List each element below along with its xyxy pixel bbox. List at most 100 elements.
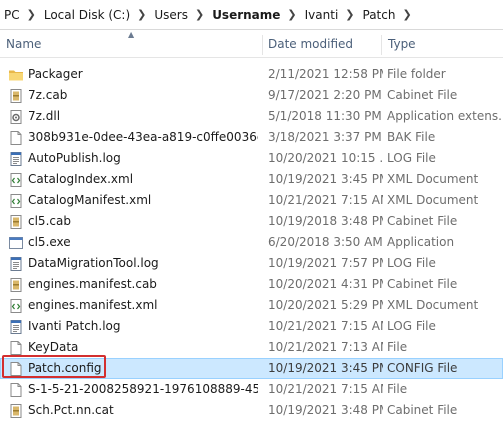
- breadcrumb-local-disk[interactable]: Local Disk (C:): [40, 8, 133, 22]
- xml-file-icon: [8, 193, 24, 209]
- file-type: Application: [387, 235, 455, 249]
- file-row[interactable]: cl5.cab 10/19/2018 3:48 PM Cabinet File: [0, 211, 503, 232]
- cabinet-file-icon: [8, 403, 24, 419]
- log-file-icon: [8, 151, 24, 167]
- generic-file-icon: [8, 382, 24, 398]
- file-row[interactable]: AutoPublish.log 10/20/2021 10:15 ... LOG F…: [0, 148, 503, 169]
- file-date-modified: 2/11/2021 12:58 PM: [268, 67, 383, 81]
- file-name: engines.manifest.xml: [28, 298, 158, 312]
- file-date-modified: 3/18/2021 3:37 PM: [268, 130, 382, 144]
- file-date-modified: 10/20/2021 4:31 PM: [268, 277, 383, 291]
- file-date-modified: 10/19/2021 3:45 PM: [268, 172, 383, 186]
- dll-file-icon: [8, 109, 24, 125]
- breadcrumb-ivanti[interactable]: Ivanti: [301, 8, 342, 22]
- chevron-right-icon[interactable]: ❯: [398, 8, 415, 21]
- generic-file-icon: [8, 130, 24, 146]
- chevron-right-icon[interactable]: ❯: [23, 8, 40, 21]
- column-header-date-modified[interactable]: Date modified: [268, 31, 353, 57]
- file-name: CatalogManifest.xml: [28, 193, 152, 207]
- cabinet-file-icon: [8, 214, 24, 230]
- file-name: Sch.Pct.nn.cat: [28, 403, 114, 417]
- file-type: File folder: [387, 67, 446, 81]
- file-type: LOG File: [387, 319, 436, 333]
- cabinet-file-icon: [8, 277, 24, 293]
- file-date-modified: 6/20/2018 3:50 AM: [268, 235, 383, 249]
- file-row[interactable]: 308b931e-0dee-43ea-a819-c0ffe0036cf2.z..…: [0, 127, 503, 148]
- column-header-type[interactable]: Type: [388, 31, 416, 57]
- log-file-icon: [8, 256, 24, 272]
- highlight-box: [2, 355, 106, 378]
- file-type: Cabinet File: [387, 277, 458, 291]
- file-type: Cabinet File: [387, 214, 458, 228]
- file-type: Cabinet File: [387, 403, 458, 417]
- file-date-modified: 10/20/2021 5:29 PM: [268, 298, 383, 312]
- file-row[interactable]: 7z.cab 9/17/2021 2:20 PM Cabinet File: [0, 85, 503, 106]
- file-name: Ivanti Patch.log: [28, 319, 121, 333]
- file-date-modified: 10/19/2018 3:48 PM: [268, 214, 383, 228]
- column-header-row: Name Date modified Type: [0, 31, 503, 58]
- file-date-modified: 10/21/2021 7:15 AM: [268, 193, 383, 207]
- column-divider[interactable]: [381, 35, 382, 55]
- file-row[interactable]: 7z.dll 5/1/2018 11:30 PM Application exten…: [0, 106, 503, 127]
- file-row[interactable]: S-1-5-21-2008258921-1976108889-458266...…: [0, 379, 503, 400]
- breadcrumb-patch[interactable]: Patch: [359, 8, 399, 22]
- chevron-right-icon[interactable]: ❯: [341, 8, 358, 21]
- file-date-modified: 10/19/2021 3:45 PM: [268, 361, 383, 375]
- file-row[interactable]: DataMigrationTool.log 10/19/2021 7:57 PM L…: [0, 253, 503, 274]
- breadcrumb-users[interactable]: Users: [150, 8, 191, 22]
- file-row[interactable]: Sch.Pct.nn.cat 10/19/2021 3:48 PM Cabinet …: [0, 400, 503, 421]
- file-name: cl5.cab: [28, 214, 71, 228]
- chevron-right-icon[interactable]: ❯: [283, 8, 300, 21]
- file-row[interactable]: Ivanti Patch.log 10/21/2021 7:15 AM LOG Fi…: [0, 316, 503, 337]
- xml-file-icon: [8, 298, 24, 314]
- file-type: LOG File: [387, 256, 436, 270]
- file-name: CatalogIndex.xml: [28, 172, 134, 186]
- file-row[interactable]: engines.manifest.cab 10/20/2021 4:31 PM Ca…: [0, 274, 503, 295]
- chevron-right-icon[interactable]: ❯: [133, 8, 150, 21]
- xml-file-icon: [8, 172, 24, 188]
- file-name: DataMigrationTool.log: [28, 256, 159, 270]
- breadcrumb-pc[interactable]: PC: [0, 8, 23, 22]
- file-date-modified: 10/21/2021 7:15 AM: [268, 382, 383, 396]
- file-row[interactable]: engines.manifest.xml 10/20/2021 5:29 PM XM…: [0, 295, 503, 316]
- file-date-modified: 10/19/2021 3:48 PM: [268, 403, 383, 417]
- file-type: Cabinet File: [387, 88, 458, 102]
- column-header-name[interactable]: Name: [6, 31, 41, 57]
- file-type: LOG File: [387, 151, 436, 165]
- file-name: S-1-5-21-2008258921-1976108889-458266...: [28, 382, 258, 396]
- file-type: BAK File: [387, 130, 436, 144]
- file-name: cl5.exe: [28, 235, 71, 249]
- generic-file-icon: [8, 340, 24, 356]
- exe-file-icon: [8, 235, 24, 251]
- chevron-right-icon[interactable]: ❯: [191, 8, 208, 21]
- file-date-modified: 10/19/2021 7:57 PM: [268, 256, 383, 270]
- file-name: 7z.cab: [28, 88, 68, 102]
- cabinet-file-icon: [8, 88, 24, 104]
- file-name: engines.manifest.cab: [28, 277, 157, 291]
- file-type: XML Document: [387, 298, 479, 312]
- file-name: 308b931e-0dee-43ea-a819-c0ffe0036cf2.z..…: [28, 130, 258, 144]
- file-date-modified: 10/21/2021 7:15 AM: [268, 319, 383, 333]
- file-row[interactable]: CatalogManifest.xml 10/21/2021 7:15 AM XML…: [0, 190, 503, 211]
- file-row[interactable]: CatalogIndex.xml 10/19/2021 3:45 PM XML Do…: [0, 169, 503, 190]
- file-name: AutoPublish.log: [28, 151, 121, 165]
- file-date-modified: 5/1/2018 11:30 PM: [268, 109, 382, 123]
- address-bar[interactable]: PC ❯ Local Disk (C:) ❯ Users ❯ Username …: [0, 0, 503, 30]
- folder-icon: [8, 67, 24, 83]
- file-type: XML Document: [387, 172, 479, 186]
- file-date-modified: 10/21/2021 7:13 AM: [268, 340, 383, 354]
- file-name: 7z.dll: [28, 109, 61, 123]
- file-type: File: [387, 382, 408, 396]
- file-row[interactable]: Packager 2/11/2021 12:58 PM File folder: [0, 64, 503, 85]
- breadcrumb-username[interactable]: Username: [208, 8, 283, 22]
- log-file-icon: [8, 319, 24, 335]
- file-date-modified: 10/20/2021 10:15 ...: [268, 151, 383, 165]
- file-type: XML Document: [387, 193, 479, 207]
- file-date-modified: 9/17/2021 2:20 PM: [268, 88, 382, 102]
- file-name: Packager: [28, 67, 83, 81]
- file-type: Application extens...: [387, 109, 503, 123]
- column-divider[interactable]: [262, 35, 263, 55]
- file-type: File: [387, 340, 408, 354]
- file-row[interactable]: cl5.exe 6/20/2018 3:50 AM Application: [0, 232, 503, 253]
- file-type: CONFIG File: [387, 361, 458, 375]
